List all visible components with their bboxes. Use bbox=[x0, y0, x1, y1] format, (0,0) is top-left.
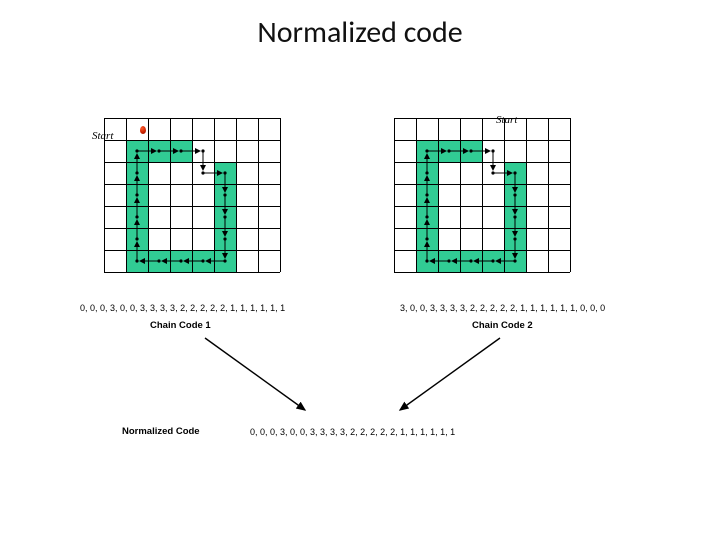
left-grid-block: Start bbox=[104, 118, 296, 272]
chain-code-1-label: Chain Code 1 bbox=[150, 320, 211, 331]
boundary-arrows-left bbox=[104, 118, 280, 272]
chain-code-1-values: 0, 0, 0, 3, 0, 0, 3, 3, 3, 3, 2, 2, 2, 2… bbox=[80, 303, 285, 313]
right-grid-block: Start bbox=[394, 118, 586, 272]
grid-right bbox=[394, 118, 570, 272]
grid-left bbox=[104, 118, 280, 272]
boundary-arrows-right bbox=[394, 118, 570, 272]
normalized-code-values: 0, 0, 0, 3, 0, 0, 3, 3, 3, 3, 2, 2, 2, 2… bbox=[250, 427, 455, 437]
page-title: Normalized code bbox=[0, 14, 720, 51]
chain-code-2-values: 3, 0, 0, 3, 3, 3, 3, 2, 2, 2, 2, 2, 1, 1… bbox=[400, 303, 605, 313]
chain-code-2-label: Chain Code 2 bbox=[472, 320, 533, 331]
normalized-code-label: Normalized Code bbox=[122, 426, 200, 437]
